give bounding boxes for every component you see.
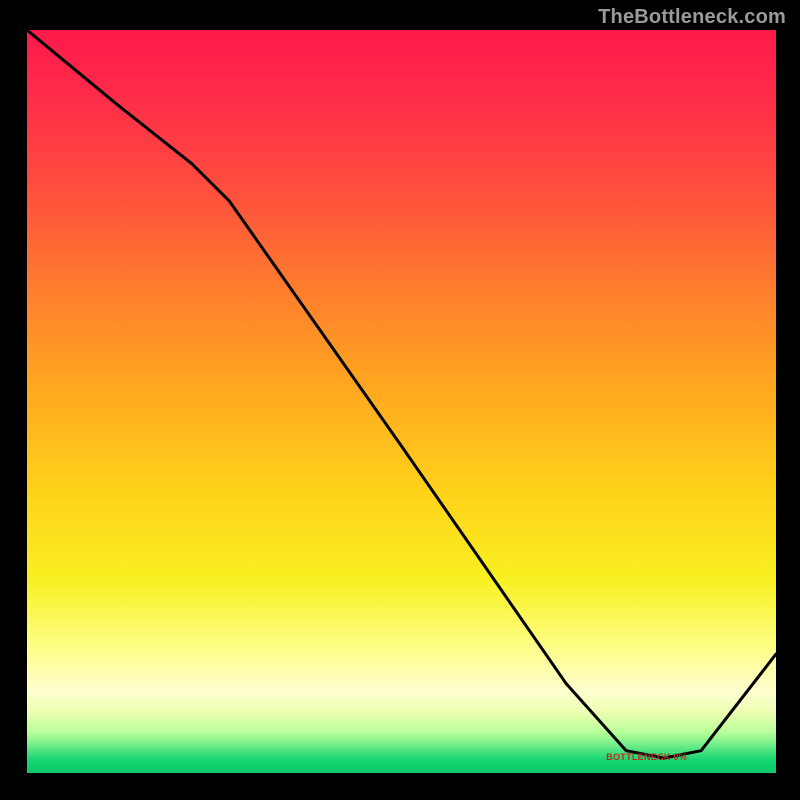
zero-bottleneck-annotation: BOTTLENECK 0% xyxy=(606,752,687,762)
line-plot xyxy=(27,30,776,773)
chart-stage: TheBottleneck.com BOTTLENECK 0% xyxy=(0,0,800,800)
plot-area: BOTTLENECK 0% xyxy=(27,30,776,773)
bottleneck-curve xyxy=(27,30,776,758)
watermark-text: TheBottleneck.com xyxy=(598,6,786,29)
